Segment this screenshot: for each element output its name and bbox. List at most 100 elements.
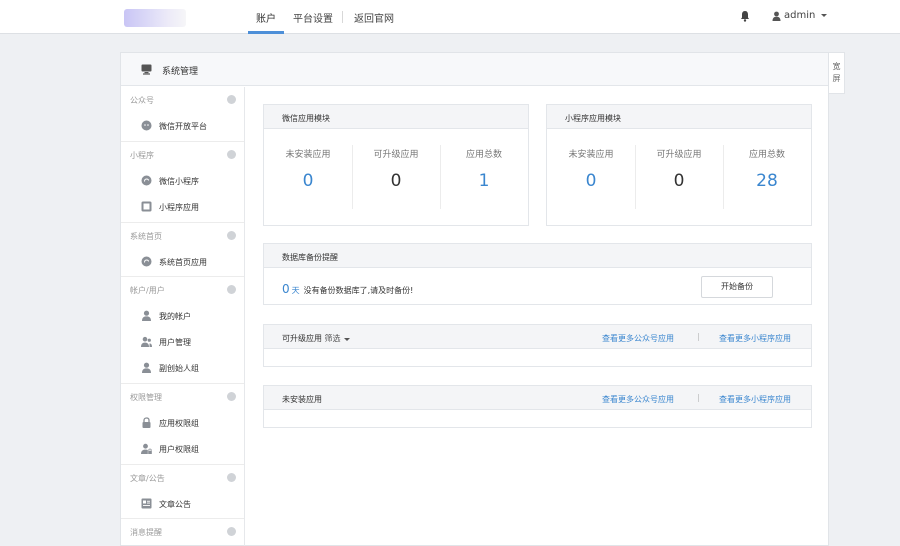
- sidebar-item-home-apps[interactable]: 系统首页应用: [121, 249, 244, 275]
- user-icon: [772, 11, 781, 21]
- stat-value[interactable]: 28: [723, 171, 811, 191]
- sidebar-item-article-notice[interactable]: 文章公告: [121, 491, 244, 517]
- card-title-text: 可升级应用: [282, 334, 322, 343]
- stat-upgradable[interactable]: 可升级应用 0: [352, 147, 440, 191]
- sidebar-section-permissions[interactable]: 权限管理: [121, 384, 244, 410]
- sidebar-item-label: 用户管理: [159, 338, 191, 347]
- user-icon: [142, 362, 151, 373]
- sidebar-section-notifications[interactable]: 消息提醒: [121, 519, 244, 545]
- app-icon: [141, 201, 152, 212]
- card-header: 可升级应用 筛选 查看更多公众号应用 | 查看更多小程序应用: [264, 325, 811, 349]
- nav-account[interactable]: 账户: [256, 10, 276, 25]
- sidebar-section-title: 消息提醒: [130, 528, 162, 537]
- backup-unit: 天: [291, 286, 300, 295]
- stat-upgradable[interactable]: 可升级应用 0: [635, 147, 723, 191]
- card-title: 微信应用模块: [282, 114, 330, 123]
- sidebar-section-accounts[interactable]: 帐户/用户: [121, 277, 244, 303]
- stat-value[interactable]: 0: [635, 171, 723, 191]
- more-miniprogram-apps-link[interactable]: 查看更多小程序应用: [719, 333, 791, 344]
- stat-total[interactable]: 应用总数 28: [723, 147, 811, 191]
- card-title: 小程序应用模块: [565, 114, 621, 123]
- start-backup-button[interactable]: 开始备份: [701, 276, 773, 298]
- bell-icon[interactable]: [740, 10, 750, 22]
- chevron-down-icon: [821, 14, 828, 17]
- stat-value[interactable]: 0: [264, 171, 352, 191]
- sidebar-section-title: 系统首页: [130, 232, 162, 241]
- widescreen-toggle[interactable]: 宽 屏: [829, 52, 845, 94]
- user-lock-icon: [141, 443, 152, 454]
- sidebar-item-label: 应用权限组: [159, 419, 199, 428]
- widescreen-label-1: 宽: [832, 62, 841, 71]
- stat-label: 可升级应用: [656, 150, 702, 160]
- filter-label: 筛选: [324, 334, 341, 343]
- sidebar-item-label: 微信开放平台: [159, 122, 207, 131]
- sidebar-item-app-permission-group[interactable]: 应用权限组: [121, 410, 244, 436]
- users-icon: [141, 336, 152, 347]
- stat-label: 未安装应用: [285, 150, 331, 160]
- username: admin: [784, 10, 816, 21]
- sidebar-section-miniprogram[interactable]: 小程序: [121, 142, 244, 168]
- user-menu[interactable]: admin: [772, 10, 828, 21]
- miniprogram-icon: [141, 175, 152, 186]
- nav-back-to-site[interactable]: 返回官网: [354, 10, 394, 25]
- logo[interactable]: [124, 9, 186, 27]
- nav-platform-settings[interactable]: 平台设置: [293, 10, 333, 25]
- card-title: 数据库备份提醒: [282, 253, 338, 262]
- collapse-icon[interactable]: [227, 527, 236, 536]
- stat-value[interactable]: 1: [440, 171, 528, 191]
- stat-label: 应用总数: [748, 150, 785, 160]
- sidebar-item-label: 用户权限组: [159, 445, 199, 454]
- sidebar-item-user-management[interactable]: 用户管理: [121, 329, 244, 355]
- card-title: 未安装应用: [282, 395, 322, 404]
- sidebar-item-label: 系统首页应用: [159, 258, 207, 267]
- stat-value[interactable]: 0: [352, 171, 440, 191]
- sidebar-section-articles[interactable]: 文章/公告: [121, 465, 244, 491]
- backup-reminder: 0 天 没有备份数据库了,请及时备份!: [282, 282, 413, 296]
- sidebar-item-label: 小程序应用: [159, 203, 199, 212]
- collapse-icon[interactable]: [227, 392, 236, 401]
- sidebar-item-label: 微信小程序: [159, 177, 199, 186]
- system-management-panel: 系统管理 公众号 微信开放平台 小程序 微信小程序 小程序应用 系统首页 系统首…: [120, 52, 829, 546]
- filter-dropdown[interactable]: 筛选: [325, 334, 350, 343]
- more-miniprogram-apps-link[interactable]: 查看更多小程序应用: [719, 394, 791, 405]
- miniprogram-apps-card: 小程序应用模块 未安装应用 0 可升级应用 0 应用总数 28: [546, 104, 812, 226]
- top-navbar: 账户 平台设置 返回官网 admin: [0, 0, 900, 34]
- sidebar-item-label: 文章公告: [159, 500, 191, 509]
- more-official-apps-link[interactable]: 查看更多公众号应用: [602, 394, 674, 405]
- card-header: 数据库备份提醒: [264, 244, 811, 268]
- sidebar-item-cofounder-group[interactable]: 副创始人组: [121, 355, 244, 381]
- stat-total[interactable]: 应用总数 1: [440, 147, 528, 191]
- collapse-icon[interactable]: [227, 150, 236, 159]
- uninstalled-apps-card: 未安装应用 查看更多公众号应用 | 查看更多小程序应用: [263, 385, 812, 428]
- sidebar-item-label: 副创始人组: [159, 364, 199, 373]
- sidebar-section-title: 文章/公告: [130, 474, 165, 483]
- sidebar-item-wechat-open-platform[interactable]: 微信开放平台: [121, 113, 244, 139]
- panel-header: 系统管理: [121, 53, 828, 86]
- chevron-down-icon: [343, 338, 350, 341]
- monitor-icon: [141, 64, 152, 75]
- stat-uninstalled[interactable]: 未安装应用 0: [547, 147, 635, 191]
- sidebar-section-title: 小程序: [130, 151, 154, 160]
- collapse-icon[interactable]: [227, 285, 236, 294]
- db-backup-card: 数据库备份提醒 0 天 没有备份数据库了,请及时备份! 开始备份: [263, 243, 812, 305]
- sidebar-section-home[interactable]: 系统首页: [121, 223, 244, 249]
- collapse-icon[interactable]: [227, 473, 236, 482]
- stat-value[interactable]: 0: [547, 171, 635, 191]
- collapse-icon[interactable]: [227, 95, 236, 104]
- sidebar-section-official[interactable]: 公众号: [121, 87, 244, 113]
- link-separator: |: [697, 393, 700, 402]
- sidebar-item-user-permission-group[interactable]: 用户权限组: [121, 436, 244, 462]
- card-title: 可升级应用 筛选: [282, 333, 350, 344]
- nav-divider: [342, 11, 343, 23]
- sidebar-item-my-account[interactable]: 我的帐户: [121, 303, 244, 329]
- stat-uninstalled[interactable]: 未安装应用 0: [264, 147, 352, 191]
- collapse-icon[interactable]: [227, 231, 236, 240]
- nav-active-indicator: [248, 31, 284, 34]
- sidebar-item-wechat-miniprogram[interactable]: 微信小程序: [121, 168, 244, 194]
- stat-label: 应用总数: [465, 150, 502, 160]
- sidebar-item-miniprogram-apps[interactable]: 小程序应用: [121, 194, 244, 220]
- card-header: 微信应用模块: [264, 105, 528, 129]
- more-official-apps-link[interactable]: 查看更多公众号应用: [602, 333, 674, 344]
- link-separator: |: [697, 332, 700, 341]
- wechat-apps-card: 微信应用模块 未安装应用 0 可升级应用 0 应用总数 1: [263, 104, 529, 226]
